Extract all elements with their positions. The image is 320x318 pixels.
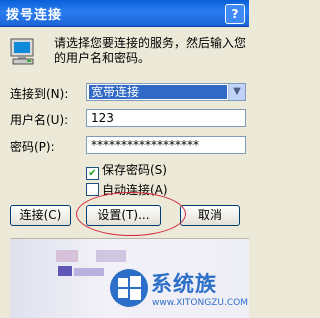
password-field[interactable]: ****************** — [86, 136, 246, 154]
blurred-region — [56, 250, 78, 262]
window-title: 拨号连接 — [6, 8, 63, 23]
chevron-down-icon[interactable]: ▼ — [228, 84, 245, 100]
empty-checkbox-icon — [86, 183, 99, 196]
connect-button[interactable]: 连接(C) — [10, 205, 71, 226]
watermark-url: www.XITONGZU.COM — [152, 298, 248, 308]
watermark: 系统族 www.XITONGZU.COM — [109, 262, 249, 317]
save-password-label: 保存密码(S) — [102, 163, 167, 177]
connect-to-label: 连接到(N): — [10, 87, 69, 101]
blurred-region — [58, 266, 72, 276]
cancel-button[interactable]: 取消 — [180, 205, 240, 226]
windows-logo-icon — [110, 269, 148, 307]
username-field[interactable]: 123 — [86, 109, 246, 127]
computer-icon — [10, 38, 34, 65]
help-button[interactable]: ? — [225, 4, 245, 24]
password-label: 密码(P): — [10, 140, 55, 154]
checkmark-icon: ✔ — [86, 167, 99, 180]
connect-to-value: 宽带连接 — [89, 85, 227, 99]
annotation-ellipse — [76, 192, 186, 236]
watermark-text: 系统族 — [151, 272, 217, 296]
blurred-region — [74, 268, 104, 276]
username-label: 用户名(U): — [10, 113, 69, 127]
save-password-checkbox[interactable]: ✔ 保存密码(S) — [86, 161, 167, 180]
intro-text: 请选择您要连接的服务，然后输入您的用户名和密码。 — [54, 36, 247, 65]
blurred-region — [96, 250, 126, 262]
connect-to-select[interactable]: 宽带连接 ▼ — [86, 83, 246, 101]
title-bar: 拨号连接 ? — [0, 0, 249, 27]
